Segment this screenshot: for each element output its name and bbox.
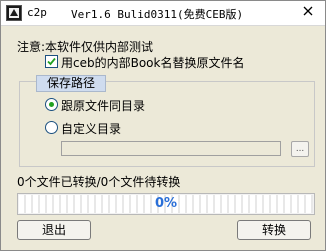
convert-button[interactable]: 转换 — [237, 220, 311, 240]
progress-bar: 0% — [17, 193, 315, 215]
browse-button[interactable]: ... — [291, 141, 309, 157]
use-book-name-checkbox[interactable] — [45, 55, 58, 68]
close-button[interactable] — [292, 1, 324, 21]
radio-same-dir-label[interactable]: 跟原文件同目录 — [61, 97, 145, 114]
radio-selected-dot — [49, 102, 54, 107]
progress-percent: 0% — [154, 196, 178, 211]
save-path-group-title: 保存路径 — [36, 75, 106, 92]
window-title-app: c2p — [27, 6, 47, 19]
title-bar[interactable]: c2p Ver1.6 Bulid0311(免费CEB版) — [1, 1, 325, 26]
checkmark-icon — [47, 57, 56, 66]
conversion-status: 0个文件已转换/0个文件待转换 — [17, 175, 181, 189]
radio-same-dir[interactable] — [45, 98, 58, 111]
radio-custom-dir[interactable] — [45, 121, 58, 134]
use-book-name-label[interactable]: 用ceb的内部Book名替换原文件名 — [61, 54, 244, 71]
notice-text: 注意:本软件仅供内部测试 — [17, 40, 154, 54]
app-icon — [6, 5, 22, 21]
custom-dir-input[interactable] — [61, 141, 281, 156]
exit-button[interactable]: 退出 — [17, 220, 91, 240]
window-title-version: Ver1.6 Bulid0311(免费CEB版) — [71, 8, 244, 21]
app-window: c2p Ver1.6 Bulid0311(免费CEB版) 注意:本软件仅供内部测… — [0, 0, 326, 251]
close-icon — [303, 6, 313, 16]
radio-custom-dir-label[interactable]: 自定义目录 — [61, 120, 121, 137]
